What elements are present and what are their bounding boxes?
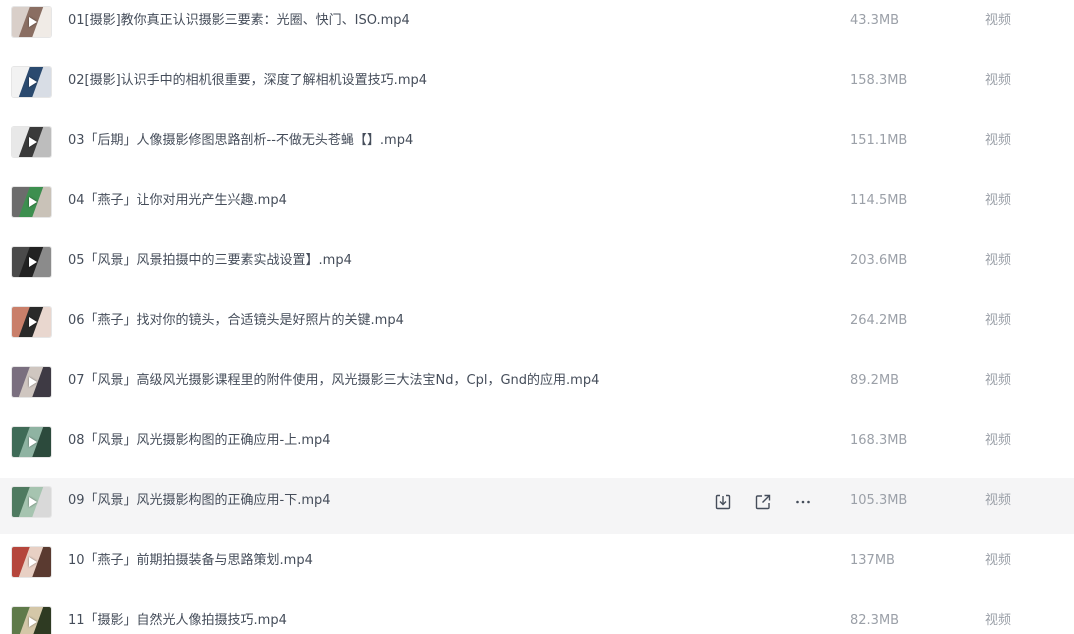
- file-name[interactable]: 07「风景」高级风光摄影课程里的附件使用，风光摄影三大法宝Nd，Cpl，Gnd的…: [68, 372, 599, 390]
- file-size: 264.2MB: [850, 313, 908, 328]
- play-icon: [28, 77, 37, 87]
- video-thumbnail[interactable]: [12, 67, 51, 97]
- video-thumbnail[interactable]: [12, 427, 51, 457]
- file-row[interactable]: 07「风景」高级风光摄影课程里的附件使用，风光摄影三大法宝Nd，Cpl，Gnd的…: [0, 358, 1074, 414]
- file-name[interactable]: 11「摄影」自然光人像拍摄技巧.mp4: [68, 612, 287, 630]
- play-icon: [28, 197, 37, 207]
- row-actions: [710, 488, 820, 516]
- file-row[interactable]: 02[摄影]认识手中的相机很重要，深度了解相机设置技巧.mp4 158.3MB 视频: [0, 58, 1074, 114]
- file-type: 视频: [985, 193, 1012, 208]
- file-list: 01[摄影]教你真正认识摄影三要素：光圈、快门、ISO.mp4 43.3MB 视频 0…: [0, 0, 1074, 634]
- file-name[interactable]: 05「风景」风景拍摄中的三要素实战设置】.mp4: [68, 252, 352, 270]
- file-type: 视频: [985, 373, 1012, 388]
- file-name[interactable]: 09「风景」风光摄影构图的正确应用-下.mp4: [68, 492, 331, 510]
- file-type: 视频: [985, 253, 1012, 268]
- video-thumbnail[interactable]: [12, 187, 51, 217]
- file-row[interactable]: 10「燕子」前期拍摄装备与思路策划.mp4 137MB 视频: [0, 538, 1074, 594]
- file-row[interactable]: 11「摄影」自然光人像拍摄技巧.mp4 82.3MB 视频: [0, 598, 1074, 634]
- file-row[interactable]: 03「后期」人像摄影修图思路剖析--不做无头苍蝇【】.mp4 151.1MB 视频: [0, 118, 1074, 174]
- play-icon: [28, 617, 37, 627]
- file-row[interactable]: 01[摄影]教你真正认识摄影三要素：光圈、快门、ISO.mp4 43.3MB 视频: [0, 0, 1074, 54]
- video-thumbnail[interactable]: [12, 607, 51, 634]
- file-row[interactable]: 08「风景」风光摄影构图的正确应用-上.mp4 168.3MB 视频: [0, 418, 1074, 474]
- play-icon: [28, 377, 37, 387]
- play-icon: [28, 17, 37, 27]
- play-icon: [28, 257, 37, 267]
- file-size: 82.3MB: [850, 613, 900, 628]
- video-thumbnail[interactable]: [12, 307, 51, 337]
- play-icon: [28, 557, 37, 567]
- file-size: 114.5MB: [850, 193, 908, 208]
- play-icon: [28, 137, 37, 147]
- file-name[interactable]: 03「后期」人像摄影修图思路剖析--不做无头苍蝇【】.mp4: [68, 132, 413, 150]
- video-thumbnail[interactable]: [12, 487, 51, 517]
- file-size: 43.3MB: [850, 13, 900, 28]
- file-type: 视频: [985, 73, 1012, 88]
- file-type: 视频: [985, 493, 1012, 508]
- file-row[interactable]: 09「风景」风光摄影构图的正确应用-下.mp4 105.3MB 视频: [0, 478, 1074, 534]
- file-type: 视频: [985, 553, 1012, 568]
- video-thumbnail[interactable]: [12, 547, 51, 577]
- file-size: 105.3MB: [850, 493, 908, 508]
- play-icon: [28, 437, 37, 447]
- file-name[interactable]: 06「燕子」找对你的镜头，合适镜头是好照片的关键.mp4: [68, 312, 404, 330]
- share-button[interactable]: [750, 488, 776, 516]
- file-type: 视频: [985, 13, 1012, 28]
- file-name[interactable]: 08「风景」风光摄影构图的正确应用-上.mp4: [68, 432, 331, 450]
- video-thumbnail[interactable]: [12, 247, 51, 277]
- file-name[interactable]: 01[摄影]教你真正认识摄影三要素：光圈、快门、ISO.mp4: [68, 12, 410, 30]
- video-thumbnail[interactable]: [12, 127, 51, 157]
- file-name[interactable]: 10「燕子」前期拍摄装备与思路策划.mp4: [68, 552, 313, 570]
- file-size: 158.3MB: [850, 73, 908, 88]
- more-button[interactable]: [790, 488, 816, 516]
- file-size: 203.6MB: [850, 253, 908, 268]
- play-icon: [28, 497, 37, 507]
- file-size: 168.3MB: [850, 433, 908, 448]
- file-row[interactable]: 04「燕子」让你对用光产生兴趣.mp4 114.5MB 视频: [0, 178, 1074, 234]
- play-icon: [28, 317, 37, 327]
- file-type: 视频: [985, 433, 1012, 448]
- file-size: 89.2MB: [850, 373, 900, 388]
- file-name[interactable]: 04「燕子」让你对用光产生兴趣.mp4: [68, 192, 287, 210]
- file-type: 视频: [985, 613, 1012, 628]
- download-button[interactable]: [710, 488, 736, 516]
- video-thumbnail[interactable]: [12, 367, 51, 397]
- file-row[interactable]: 06「燕子」找对你的镜头，合适镜头是好照片的关键.mp4 264.2MB 视频: [0, 298, 1074, 354]
- file-type: 视频: [985, 313, 1012, 328]
- file-type: 视频: [985, 133, 1012, 148]
- file-name[interactable]: 02[摄影]认识手中的相机很重要，深度了解相机设置技巧.mp4: [68, 72, 427, 90]
- video-thumbnail[interactable]: [12, 7, 51, 37]
- file-row[interactable]: 05「风景」风景拍摄中的三要素实战设置】.mp4 203.6MB 视频: [0, 238, 1074, 294]
- file-size: 137MB: [850, 553, 895, 568]
- file-size: 151.1MB: [850, 133, 908, 148]
